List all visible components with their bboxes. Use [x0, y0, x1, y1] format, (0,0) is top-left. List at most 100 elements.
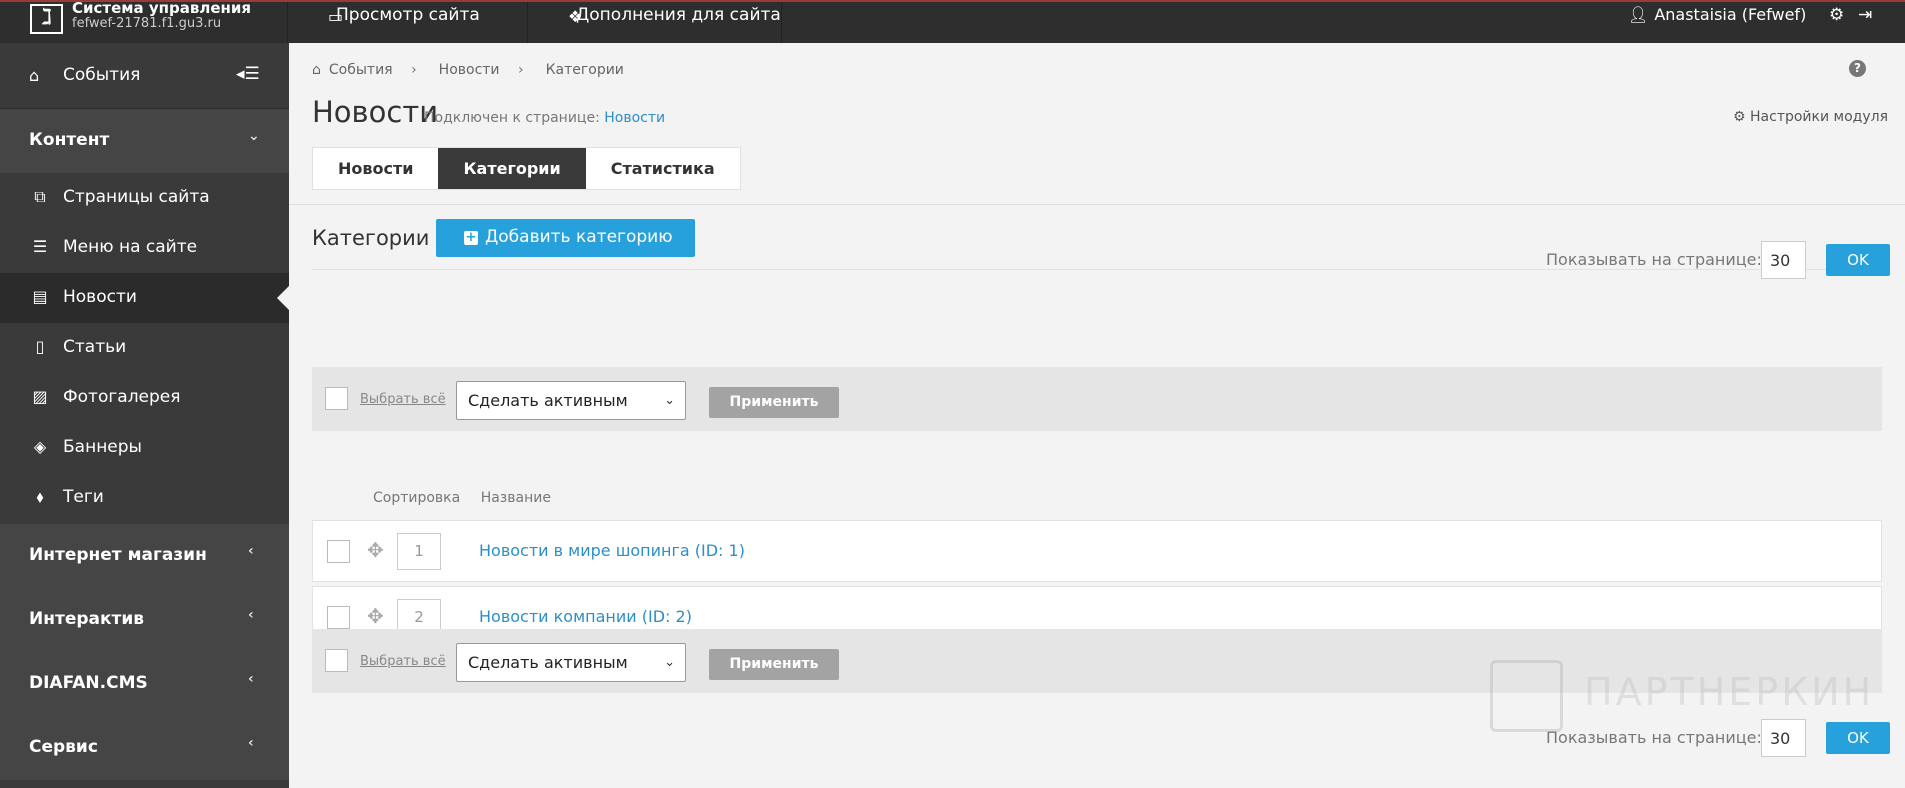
settings-gear-icon[interactable]: ⚙: [1829, 2, 1844, 28]
watermark-text: ПАРТНЕРКИН: [1584, 670, 1875, 714]
sidebar-item-menu[interactable]: ☰ Меню на сайте: [0, 223, 289, 273]
page-title: Новости: [312, 95, 439, 129]
sidebar-section-service[interactable]: Сервис ‹: [0, 716, 289, 780]
row-checkbox[interactable]: [327, 540, 350, 563]
breadcrumb-events[interactable]: События: [329, 62, 393, 78]
sidebar-item-pages[interactable]: ⧉ Страницы сайта: [0, 173, 289, 223]
bulk-action-select[interactable]: Сделать активным ⌄: [456, 381, 686, 420]
per-page-input[interactable]: [1761, 241, 1806, 279]
bulk-actions-top: Выбрать всё Сделать активным ⌄ Применить: [312, 367, 1882, 431]
chevron-left-icon: ‹: [248, 671, 254, 687]
brand-title: Система управления: [72, 0, 252, 17]
cubes-icon: ❖: [568, 7, 583, 26]
bulk-action-value: Сделать активным: [468, 653, 628, 672]
brand-domain: fefwef-21781.f1.gu3.ru: [72, 16, 222, 31]
logout-icon[interactable]: ⇥: [1858, 2, 1872, 28]
tab-news[interactable]: Новости: [313, 148, 439, 189]
sidebar-item-news[interactable]: ▤ Новости: [0, 273, 289, 323]
sidebar-section-content[interactable]: Контент ⌄: [0, 109, 289, 173]
apply-button[interactable]: Применить: [709, 649, 839, 680]
select-all-link[interactable]: Выбрать всё: [360, 392, 446, 407]
breadcrumb-separator: ›: [518, 62, 524, 78]
per-page-ok-button[interactable]: OK: [1826, 244, 1890, 276]
sidebar-section-diafan[interactable]: DIAFAN.CMS ‹: [0, 652, 289, 716]
tabs: Новости Категории Статистика: [312, 147, 741, 190]
newspaper-icon: ▤: [32, 287, 48, 306]
table-row: ✥ 1 Новости в мире шопинга (ID: 1): [312, 520, 1882, 582]
diafan-logo-icon: ℷ: [30, 4, 63, 34]
module-settings-link[interactable]: ⚙ Настройки модуля: [1733, 109, 1888, 125]
section-label: Контент: [29, 130, 110, 150]
bulk-action-select[interactable]: Сделать активным ⌄: [456, 643, 686, 682]
sidebar-section-interactive[interactable]: Интерактив ‹: [0, 588, 289, 652]
select-all-checkbox[interactable]: [325, 387, 348, 410]
addons-label: Дополнения для сайта: [576, 5, 781, 25]
collapse-menu-icon[interactable]: ◂☰: [236, 64, 260, 84]
table-header: Сортировка Название: [373, 490, 551, 506]
section-title: Категории: [312, 226, 430, 250]
pages-icon: ⧉: [34, 187, 46, 206]
tab-categories[interactable]: Категории: [438, 148, 586, 189]
row-checkbox[interactable]: [327, 606, 350, 629]
sidebar-item-label: Фотогалерея: [63, 387, 181, 407]
sidebar-item-label: Новости: [63, 287, 137, 307]
module-settings-label: Настройки модуля: [1750, 109, 1888, 125]
sidebar-item-label: Страницы сайта: [63, 187, 210, 207]
plus-square-icon: +: [464, 230, 478, 245]
select-all-link[interactable]: Выбрать всё: [360, 654, 446, 669]
drag-move-icon[interactable]: ✥: [367, 538, 384, 562]
sort-input[interactable]: 1: [397, 533, 441, 570]
chevron-down-icon: ⌄: [664, 393, 675, 408]
home-icon: ⌂: [29, 66, 40, 85]
attached-page: Подключен к странице: Новости: [424, 110, 665, 126]
sidebar-item-label: Теги: [63, 487, 104, 507]
apply-button[interactable]: Применить: [709, 387, 839, 418]
add-category-label: Добавить категорию: [485, 227, 673, 247]
sidebar-item-banners[interactable]: ◈ Баннеры: [0, 423, 289, 473]
attached-label: Подключен к странице:: [424, 110, 600, 126]
user-icon: 👤︎: [1628, 5, 1649, 24]
divider: [289, 204, 1905, 205]
section-label: DIAFAN.CMS: [29, 673, 148, 693]
sidebar-events-label: События: [63, 65, 141, 85]
add-category-button[interactable]: + Добавить категорию: [436, 219, 695, 257]
sidebar-item-label: Баннеры: [63, 437, 142, 457]
bulk-action-value: Сделать активным: [468, 391, 628, 410]
sidebar: ⌂ События ◂☰ Контент ⌄ ⧉ Страницы сайта …: [0, 43, 289, 788]
monitor-icon: ▭: [328, 7, 344, 26]
sidebar-item-gallery[interactable]: ▨ Фотогалерея: [0, 373, 289, 423]
chevron-left-icon: ‹: [248, 735, 254, 751]
image-icon: ▨: [32, 387, 48, 406]
addons-link[interactable]: ❖ Дополнения для сайта: [528, 2, 782, 43]
sidebar-item-articles[interactable]: ▯ Статьи: [0, 323, 289, 373]
brand[interactable]: ℷ Система управления fefwef-21781.f1.gu3…: [0, 0, 288, 43]
list-icon: ☰: [32, 237, 48, 256]
tags-icon: ⬧: [36, 487, 44, 506]
chevron-down-icon: ⌄: [248, 128, 260, 144]
column-name: Название: [480, 490, 551, 506]
sidebar-item-tags[interactable]: ⬧ Теги: [0, 473, 289, 523]
sidebar-item-label: Меню на сайте: [63, 237, 198, 257]
chevron-left-icon: ‹: [248, 543, 254, 559]
category-link[interactable]: Новости компании (ID: 2): [479, 607, 692, 626]
category-link[interactable]: Новости в мире шопинга (ID: 1): [479, 541, 745, 560]
tab-statistics[interactable]: Статистика: [585, 148, 740, 189]
breadcrumb-current: Категории: [545, 62, 624, 78]
sidebar-events[interactable]: ⌂ События ◂☰: [0, 43, 289, 109]
document-icon: ▯: [35, 337, 45, 356]
attached-page-link[interactable]: Новости: [604, 110, 665, 126]
help-icon[interactable]: ?: [1849, 60, 1866, 77]
breadcrumb-news[interactable]: Новости: [439, 62, 500, 78]
tag-icon: ◈: [33, 437, 47, 456]
drag-move-icon[interactable]: ✥: [367, 604, 384, 628]
sidebar-section-shop[interactable]: Интернет магазин ‹: [0, 524, 289, 588]
breadcrumb: ⌂ События › Новости › Категории: [312, 62, 632, 78]
home-icon: ⌂: [312, 62, 321, 78]
sidebar-item-label: Статьи: [63, 337, 127, 357]
user-menu[interactable]: 👤︎ Anastaisia (Fefwef): [1628, 2, 1806, 28]
chevron-left-icon: ‹: [248, 607, 254, 623]
view-site-link[interactable]: ▭ Просмотр сайта: [288, 2, 528, 43]
gear-icon: ⚙: [1733, 109, 1746, 125]
chevron-down-icon: ⌄: [664, 655, 675, 670]
select-all-checkbox[interactable]: [325, 649, 348, 672]
